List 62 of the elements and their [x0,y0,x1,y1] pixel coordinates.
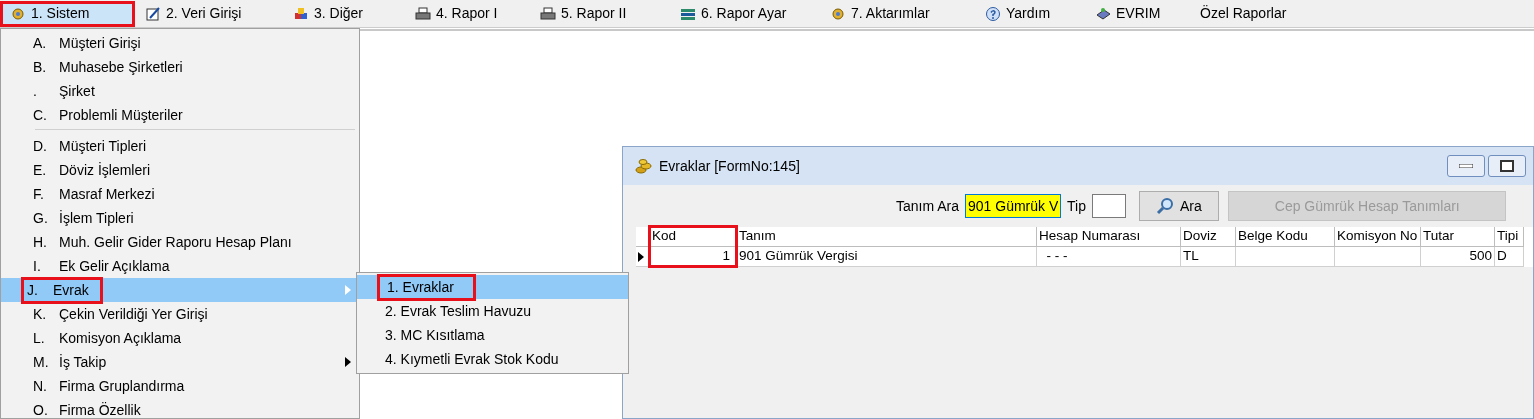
menu-item[interactable]: 1. Sistem [0,0,135,27]
menu-item[interactable]: F. Masraf Merkezi [1,182,359,206]
column-header[interactable]: Doviz [1181,227,1236,247]
menu-item[interactable]: J. Evrak [1,278,359,302]
menu-item[interactable]: . Şirket [1,79,359,103]
menu-item[interactable]: EVRIM [1085,0,1190,27]
coins-icon [635,157,653,175]
table-cell: 901 Gümrük Vergisi [737,247,1037,267]
menu-item[interactable]: 4. Rapor I [405,0,530,27]
printer-icon [415,5,431,22]
book-icon [1095,5,1111,22]
column-header[interactable]: Hesap Numarası [1037,227,1181,247]
gear-icon [10,5,26,22]
table-cell: D [1495,247,1524,267]
column-header[interactable]: Tutar [1421,227,1495,247]
minimize-icon [1458,164,1473,168]
menu-item[interactable]: M. İş Takip [1,350,359,374]
menu-item[interactable]: H. Muh. Gelir Gider Raporu Hesap Planı [1,230,359,254]
menu-item[interactable]: N. Firma Gruplandırma [1,374,359,398]
menu-item[interactable]: L. Komisyon Açıklama [1,326,359,350]
pencil-icon [145,5,161,22]
table-cell: 500 [1421,247,1495,267]
table-cell: - - - [1037,247,1181,267]
column-header[interactable]: Tipi [1495,227,1524,247]
menu-item[interactable]: 6. Rapor Ayar [670,0,820,27]
type-label: Tip [1067,196,1086,216]
menu-item[interactable]: 3. MC Kısıtlama [357,323,628,347]
menu-item[interactable]: Yardım [975,0,1085,27]
column-header[interactable]: Belge Kodu [1236,227,1335,247]
help-icon [985,5,1001,22]
table-cell: TL [1181,247,1236,267]
menu-item[interactable]: B. Muhasebe Şirketleri [1,55,359,79]
menu-item[interactable]: D. Müşteri Tipleri [1,134,359,158]
search-button[interactable]: Ara [1138,191,1219,221]
menu-item[interactable]: E. Döviz İşlemleri [1,158,359,182]
printer-icon [540,5,556,22]
menu-item[interactable]: A. Müşteri Girişi [1,31,359,55]
menu-item[interactable]: 7. Aktarımlar [820,0,975,27]
column-header[interactable]: Tanım [737,227,1037,247]
type-field[interactable] [1091,194,1126,218]
menu-item[interactable]: 2. Evrak Teslim Havuzu [357,299,628,323]
menu-item[interactable]: I. Ek Gelir Açıklama [1,254,359,278]
menu-item[interactable]: 4. Kıymetli Evrak Stok Kodu [357,347,628,371]
menu-item[interactable]: 3. Diğer [283,0,405,27]
menu-item[interactable]: G. İşlem Tipleri [1,206,359,230]
search-label: Tanım Ara [896,196,960,216]
menu-item[interactable]: 5. Rapor II [530,0,670,27]
gear-icon [830,5,846,22]
table-cell: 1 [650,247,737,267]
search-field[interactable]: 901 Gümrük V [965,194,1062,218]
column-header[interactable]: Komisyon No [1335,227,1421,247]
search-icon [1155,197,1174,215]
menu-item[interactable]: K. Çekin Verildiği Yer Girişi [1,302,359,326]
maximize-button[interactable] [1488,155,1526,177]
menu-item[interactable]: 1. Evraklar [357,275,628,299]
menu-item[interactable]: Özel Raporlar [1190,0,1310,27]
maximize-icon [1500,160,1514,172]
window-title: Evraklar [FormNo:145] [659,156,800,176]
menu-item[interactable]: C. Problemli Müşteriler [1,103,359,127]
menu-item[interactable]: 2. Veri Girişi [135,0,283,27]
menu-item[interactable]: O. Firma Özellik [1,398,359,419]
cubes-icon [293,5,309,22]
